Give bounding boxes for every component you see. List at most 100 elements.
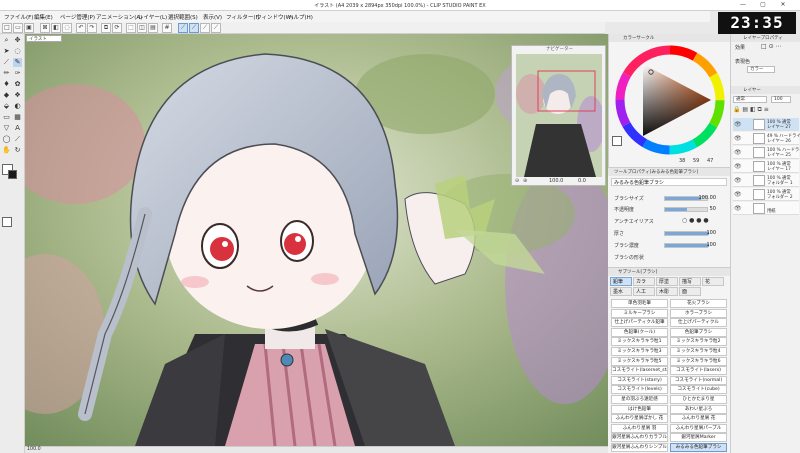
hand-tool-icon[interactable]: ✋ <box>2 146 11 155</box>
brush-item[interactable]: あわい星ぶろ <box>670 404 727 414</box>
frame-tool-icon[interactable]: ▦ <box>13 113 22 122</box>
expression-color-select[interactable]: カラー <box>747 66 775 73</box>
eye-icon[interactable]: 👁 <box>734 177 742 184</box>
layer-row[interactable]: 👁 100 % 通常 フォルダー 2 <box>733 188 799 201</box>
brush-item[interactable]: 花火ブラシ <box>670 299 727 308</box>
blend-mode-select[interactable]: 通常 <box>733 96 767 103</box>
eyedropper-tool-icon[interactable]: ⟋ <box>2 58 11 67</box>
close-button[interactable]: ✕ <box>776 1 790 10</box>
subtool-tab-draw[interactable]: 描写 <box>679 277 701 286</box>
line-correct-tool-icon[interactable]: ⟋ <box>13 135 22 144</box>
pencil-tool-icon[interactable]: ✏ <box>2 69 11 78</box>
menu-help[interactable]: ヘルプ(H) <box>288 13 313 21</box>
save-icon[interactable]: ▣ <box>24 23 34 33</box>
deco-tool-icon[interactable]: ✿ <box>13 80 22 89</box>
subtool-tab-ink[interactable]: 墨水 <box>610 287 632 296</box>
zoom-in-icon[interactable]: ⊕ <box>523 178 527 184</box>
navigator-angle-value[interactable]: 0.0 <box>578 178 586 184</box>
brush-item[interactable]: ふんわり星屑パープル <box>670 423 727 433</box>
brush-item[interactable]: ミックスキラキラ粒1 <box>611 337 668 347</box>
brush-item[interactable]: コスモライト(cube) <box>670 385 727 395</box>
menu-page[interactable]: ページ管理(P) <box>60 13 95 21</box>
fill-tool-icon[interactable]: ⬙ <box>2 102 11 111</box>
eye-icon[interactable]: 👁 <box>734 135 742 142</box>
grid-icon[interactable]: # <box>162 23 172 33</box>
layer-row[interactable]: 👁100 % ハードライトレイヤー 25 <box>733 146 800 159</box>
eye-icon[interactable]: 👁 <box>734 163 742 170</box>
deselect-icon[interactable]: ⬚ <box>126 23 136 33</box>
brush-item[interactable]: ミックスキラキラ粒4 <box>670 347 727 356</box>
open-file-icon[interactable]: ▭ <box>13 23 23 33</box>
operation-tool-icon[interactable]: ➤ <box>2 47 11 56</box>
prop-value-opacity[interactable]: 50 <box>710 206 716 212</box>
brush-name-field[interactable]: みるみる色鉛筆ブラシ <box>611 178 727 186</box>
layer-row[interactable]: 👁 100 % 通常 レイヤー 17 <box>733 160 799 173</box>
minimize-button[interactable]: — <box>736 1 750 10</box>
brush-item[interactable]: 単色羽毛筆 <box>611 299 668 308</box>
document-tab[interactable]: イラスト <box>26 35 62 42</box>
text-tool-icon[interactable]: A <box>13 124 22 133</box>
stabilizer-3-icon[interactable]: ⟋ <box>200 23 210 33</box>
brush-item[interactable]: 銀河星屑ふんわりシンプル <box>611 443 668 452</box>
menu-layer[interactable]: レイヤー(L) <box>138 13 167 21</box>
pen-tool-icon[interactable]: ✎ <box>13 58 22 67</box>
brush-item[interactable]: 仕上げパーティクル鉛筆 <box>611 318 668 328</box>
layer-row[interactable]: 👁 100 % 通常 レイヤー 27 <box>733 118 799 131</box>
layer-toolbar-icons[interactable]: 🔒 ▤ ◧ ⧉ ≡ <box>733 106 769 114</box>
zoom-out-icon[interactable]: ⊖ <box>515 178 519 184</box>
gradient-tool-icon[interactable]: ◐ <box>13 102 22 111</box>
subtool-tab-flower[interactable]: 花 <box>702 277 724 286</box>
brush-item[interactable]: ミックスキラキラ粒6 <box>670 356 727 366</box>
brush-item[interactable]: コスモライト(lasernet_starry) <box>611 366 668 376</box>
brush-item[interactable]: コスモライト(starry) <box>611 375 668 385</box>
subtool-tab-pencil[interactable]: 鉛筆 <box>610 277 632 286</box>
undo-icon[interactable]: ↶ <box>76 23 86 33</box>
eye-icon[interactable]: 👁 <box>734 149 742 156</box>
brush-item[interactable]: みるみる色鉛筆ブラシ <box>670 443 727 452</box>
airbrush-tool-icon[interactable]: ♦ <box>2 80 11 89</box>
move-tool-icon[interactable]: ✥ <box>13 36 22 45</box>
brush-item[interactable]: 仕上げパーティクル <box>670 318 727 328</box>
invert-icon[interactable]: ◫ <box>137 23 147 33</box>
antialias-options-icon[interactable]: ○ ● ● ● <box>682 217 709 224</box>
prop-value-size[interactable]: 100.00 <box>699 195 717 201</box>
figure-tool-icon[interactable]: ▭ <box>2 113 11 122</box>
menu-file[interactable]: ファイル(F) <box>4 13 33 21</box>
ruler-tool-icon[interactable]: ▽ <box>2 124 11 133</box>
eraser-tool-icon[interactable]: ◆ <box>2 91 11 100</box>
layer-row[interactable]: 👁 用紙 <box>733 202 799 215</box>
brush-item[interactable]: ふんわり星屑 羽 <box>611 423 668 433</box>
brush-item[interactable]: コスモライト(levels) <box>611 385 668 395</box>
prop-slider-thickness[interactable] <box>664 231 709 236</box>
brush-item[interactable]: はけ色鉛筆 <box>611 404 668 414</box>
layer-opacity-field[interactable]: 100 <box>771 96 791 103</box>
prop-slider-density[interactable] <box>664 243 709 248</box>
navigator-thumbnail[interactable] <box>516 54 602 177</box>
balloon-tool-icon[interactable]: ◯ <box>2 135 11 144</box>
brush-item[interactable]: 星の羽ぶろ遠近感 <box>611 395 668 404</box>
navigator-zoom-value[interactable]: 100.0 <box>549 178 563 184</box>
menu-edit[interactable]: 編集(E) <box>34 13 53 21</box>
redo-icon[interactable]: ↷ <box>87 23 97 33</box>
brush-item[interactable]: 銀河星屑ふんわりカラフル <box>611 433 668 443</box>
color-main-chip[interactable] <box>612 136 622 146</box>
brush-item[interactable]: コスモライト(laserx) <box>670 366 727 376</box>
rotate-view-icon[interactable]: ↻ <box>13 146 22 155</box>
prop-value-thickness[interactable]: 100 <box>706 230 716 236</box>
rotate-icon[interactable]: ⟳ <box>112 23 122 33</box>
transform-icon[interactable]: ⧉ <box>101 23 111 33</box>
layer-row[interactable]: 👁49 % ハードライトレイヤー 26 <box>733 132 800 145</box>
brush-item[interactable]: 色鉛筆(クール) <box>611 327 668 337</box>
new-file-icon[interactable]: □ <box>2 23 12 33</box>
eye-icon[interactable]: 👁 <box>734 121 742 128</box>
fill-icon[interactable]: ◧ <box>51 23 61 33</box>
color-wheel[interactable] <box>613 44 727 156</box>
brush-item[interactable]: 色鉛筆ブラシ <box>670 327 727 337</box>
layer-row[interactable]: 👁 100 % 通常 フォルダー 1 <box>733 174 799 187</box>
select-tool-icon[interactable]: ◌ <box>13 47 22 56</box>
maximize-button[interactable]: ▢ <box>756 1 770 10</box>
transparent-color-swatch[interactable] <box>2 217 12 227</box>
brush-item[interactable]: コスモライト(normal) <box>670 375 727 385</box>
eye-icon[interactable]: 👁 <box>734 191 742 198</box>
subtool-tab-wood[interactable]: 木彫 <box>656 287 678 296</box>
